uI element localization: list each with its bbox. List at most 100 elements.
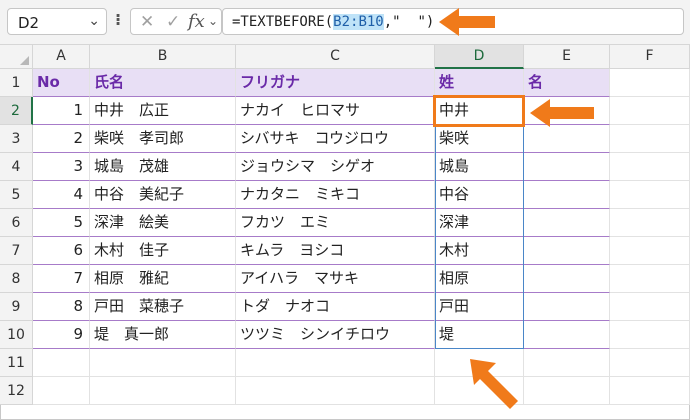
row-header-1[interactable]: 1 xyxy=(0,69,33,97)
row-header-11[interactable]: 11 xyxy=(0,349,33,377)
cell-d9[interactable]: 戸田 xyxy=(435,293,524,321)
insert-function-icon[interactable]: fx xyxy=(188,11,205,32)
cell-e12[interactable] xyxy=(524,377,610,405)
cell-f11[interactable] xyxy=(610,349,690,377)
column-header-c[interactable]: C xyxy=(236,45,435,69)
cell-c6[interactable]: フカツ エミ xyxy=(236,209,435,237)
cell-e11[interactable] xyxy=(524,349,610,377)
column-header-b[interactable]: B xyxy=(90,45,236,69)
cell-f10[interactable] xyxy=(610,321,690,349)
chevron-down-icon[interactable]: ⌄ xyxy=(88,13,100,29)
cell-b5[interactable]: 中谷 美紀子 xyxy=(90,181,236,209)
cell-a12[interactable] xyxy=(33,377,90,405)
cell-f5[interactable] xyxy=(610,181,690,209)
cancel-icon[interactable]: ✕ xyxy=(140,12,154,32)
row-header-4[interactable]: 4 xyxy=(0,153,33,181)
cell-c4[interactable]: ジョウシマ シゲオ xyxy=(236,153,435,181)
cell-a9[interactable]: 8 xyxy=(33,293,90,321)
cell-f2[interactable] xyxy=(610,97,690,125)
cell-d12[interactable] xyxy=(435,377,524,405)
cell-d3[interactable]: 柴咲 xyxy=(435,125,524,153)
cell-f3[interactable] xyxy=(610,125,690,153)
column-header-f[interactable]: F xyxy=(610,45,690,69)
cell-f9[interactable] xyxy=(610,293,690,321)
cell-d8[interactable]: 相原 xyxy=(435,265,524,293)
cell-c9[interactable]: トダ ナオコ xyxy=(236,293,435,321)
cell-b7[interactable]: 木村 佳子 xyxy=(90,237,236,265)
cell-d7[interactable]: 木村 xyxy=(435,237,524,265)
more-options-icon[interactable]: ⁝ xyxy=(115,10,121,29)
cell-d6[interactable]: 深津 xyxy=(435,209,524,237)
row-header-10[interactable]: 10 xyxy=(0,321,33,349)
cell-a4[interactable]: 3 xyxy=(33,153,90,181)
cell-a6[interactable]: 5 xyxy=(33,209,90,237)
column-header-e[interactable]: E xyxy=(524,45,610,69)
cell-e6[interactable] xyxy=(524,209,610,237)
cell-e9[interactable] xyxy=(524,293,610,321)
cell-b10[interactable]: 堤 真一郎 xyxy=(90,321,236,349)
cell-a7[interactable]: 6 xyxy=(33,237,90,265)
cell-a5[interactable]: 4 xyxy=(33,181,90,209)
select-all-corner[interactable] xyxy=(0,45,33,69)
cell-b11[interactable] xyxy=(90,349,236,377)
cell-d10[interactable]: 堤 xyxy=(435,321,524,349)
cell-b8[interactable]: 相原 雅紀 xyxy=(90,265,236,293)
cell-b3[interactable]: 柴咲 孝司郎 xyxy=(90,125,236,153)
cell-e5[interactable] xyxy=(524,181,610,209)
chevron-down-icon[interactable]: ⌄ xyxy=(208,14,218,28)
cell-e3[interactable] xyxy=(524,125,610,153)
row-header-2[interactable]: 2 xyxy=(0,97,33,125)
cell-c7[interactable]: キムラ ヨシコ xyxy=(236,237,435,265)
cell-a1[interactable]: No xyxy=(33,69,90,97)
cell-d1[interactable]: 姓 xyxy=(435,69,524,97)
cell-e1[interactable]: 名 xyxy=(524,69,610,97)
cell-e10[interactable] xyxy=(524,321,610,349)
cell-e8[interactable] xyxy=(524,265,610,293)
cell-a2[interactable]: 1 xyxy=(33,97,90,125)
range-reference: B2:B10 xyxy=(333,14,384,30)
cell-c2[interactable]: ナカイ ヒロマサ xyxy=(236,97,435,125)
cell-e4[interactable] xyxy=(524,153,610,181)
cell-e7[interactable] xyxy=(524,237,610,265)
cell-c1[interactable]: フリガナ xyxy=(236,69,435,97)
cell-c12[interactable] xyxy=(236,377,435,405)
cell-f4[interactable] xyxy=(610,153,690,181)
row-header-12[interactable]: 12 xyxy=(0,377,33,405)
cell-d2[interactable]: 中井 xyxy=(435,97,524,125)
cell-f1[interactable] xyxy=(610,69,690,97)
cell-b9[interactable]: 戸田 菜穂子 xyxy=(90,293,236,321)
cell-b2[interactable]: 中井 広正 xyxy=(90,97,236,125)
cell-a3[interactable]: 2 xyxy=(33,125,90,153)
row-header-5[interactable]: 5 xyxy=(0,181,33,209)
check-icon[interactable]: ✓ xyxy=(166,12,180,32)
row-header-7[interactable]: 7 xyxy=(0,237,33,265)
row-header-8[interactable]: 8 xyxy=(0,265,33,293)
row-header-6[interactable]: 6 xyxy=(0,209,33,237)
cell-d11[interactable] xyxy=(435,349,524,377)
cell-f8[interactable] xyxy=(610,265,690,293)
row-header-9[interactable]: 9 xyxy=(0,293,33,321)
name-box[interactable]: D2 ⌄ xyxy=(7,8,107,35)
cell-f6[interactable] xyxy=(610,209,690,237)
cell-f12[interactable] xyxy=(610,377,690,405)
cell-d4[interactable]: 城島 xyxy=(435,153,524,181)
row-header-3[interactable]: 3 xyxy=(0,125,33,153)
column-header-d[interactable]: D xyxy=(435,45,524,69)
cell-a10[interactable]: 9 xyxy=(33,321,90,349)
cell-b6[interactable]: 深津 絵美 xyxy=(90,209,236,237)
cell-c3[interactable]: シバサキ コウジロウ xyxy=(236,125,435,153)
cell-c10[interactable]: ツツミ シンイチロウ xyxy=(236,321,435,349)
cell-c5[interactable]: ナカタニ ミキコ xyxy=(236,181,435,209)
cell-c11[interactable] xyxy=(236,349,435,377)
cell-a11[interactable] xyxy=(33,349,90,377)
cell-b1[interactable]: 氏名 xyxy=(90,69,236,97)
cell-e2[interactable] xyxy=(524,97,610,125)
cell-b4[interactable]: 城島 茂雄 xyxy=(90,153,236,181)
cell-f7[interactable] xyxy=(610,237,690,265)
column-header-a[interactable]: A xyxy=(33,45,90,69)
cell-a8[interactable]: 7 xyxy=(33,265,90,293)
cell-c8[interactable]: アイハラ マサキ xyxy=(236,265,435,293)
formula-input[interactable]: =TEXTBEFORE(B2:B10," ") xyxy=(222,8,684,35)
cell-d5[interactable]: 中谷 xyxy=(435,181,524,209)
cell-b12[interactable] xyxy=(90,377,236,405)
